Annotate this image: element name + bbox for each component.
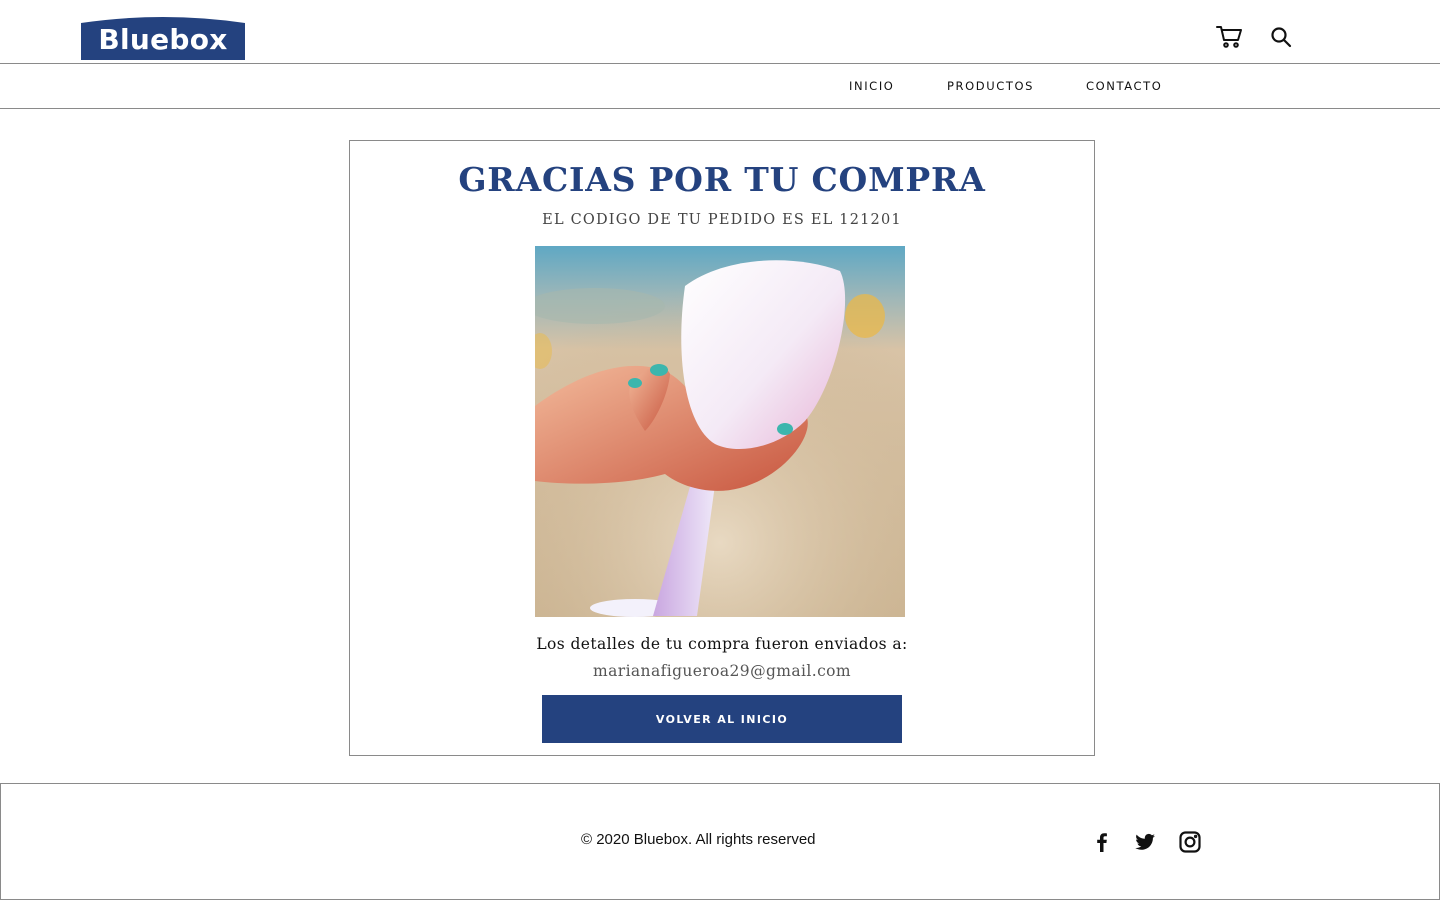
nav-item-inicio[interactable]: INICIO	[849, 79, 894, 93]
facebook-icon[interactable]	[1090, 830, 1114, 854]
confirmation-title: GRACIAS POR TU COMPRA	[458, 160, 986, 199]
brand-logo[interactable]: Bluebox	[81, 15, 245, 60]
order-confirmation-card: GRACIAS POR TU COMPRA EL CODIGO DE TU PE…	[349, 140, 1095, 756]
cart-icon[interactable]	[1216, 25, 1244, 49]
nav-item-productos[interactable]: PRODUCTOS	[947, 79, 1034, 93]
search-icon[interactable]	[1270, 26, 1292, 48]
order-code-text: EL CODIGO DE TU PEDIDO ES EL 121201	[542, 212, 902, 228]
main-nav: INICIO PRODUCTOS CONTACTO	[0, 64, 1440, 109]
back-to-home-button[interactable]: VOLVER AL INICIO	[542, 695, 902, 743]
copyright-text: © 2020 Bluebox. All rights reserved	[581, 831, 816, 848]
customer-email: marianafigueroa29@gmail.com	[593, 662, 851, 680]
top-bar: Bluebox	[0, 0, 1440, 64]
twitter-icon[interactable]	[1133, 830, 1157, 854]
nav-item-contacto[interactable]: CONTACTO	[1086, 79, 1162, 93]
details-sent-label: Los detalles de tu compra fueron enviado…	[536, 635, 908, 653]
instagram-icon[interactable]	[1178, 830, 1202, 854]
product-photo	[535, 246, 905, 617]
brand-name: Bluebox	[98, 23, 228, 56]
site-footer: © 2020 Bluebox. All rights reserved	[0, 783, 1440, 900]
